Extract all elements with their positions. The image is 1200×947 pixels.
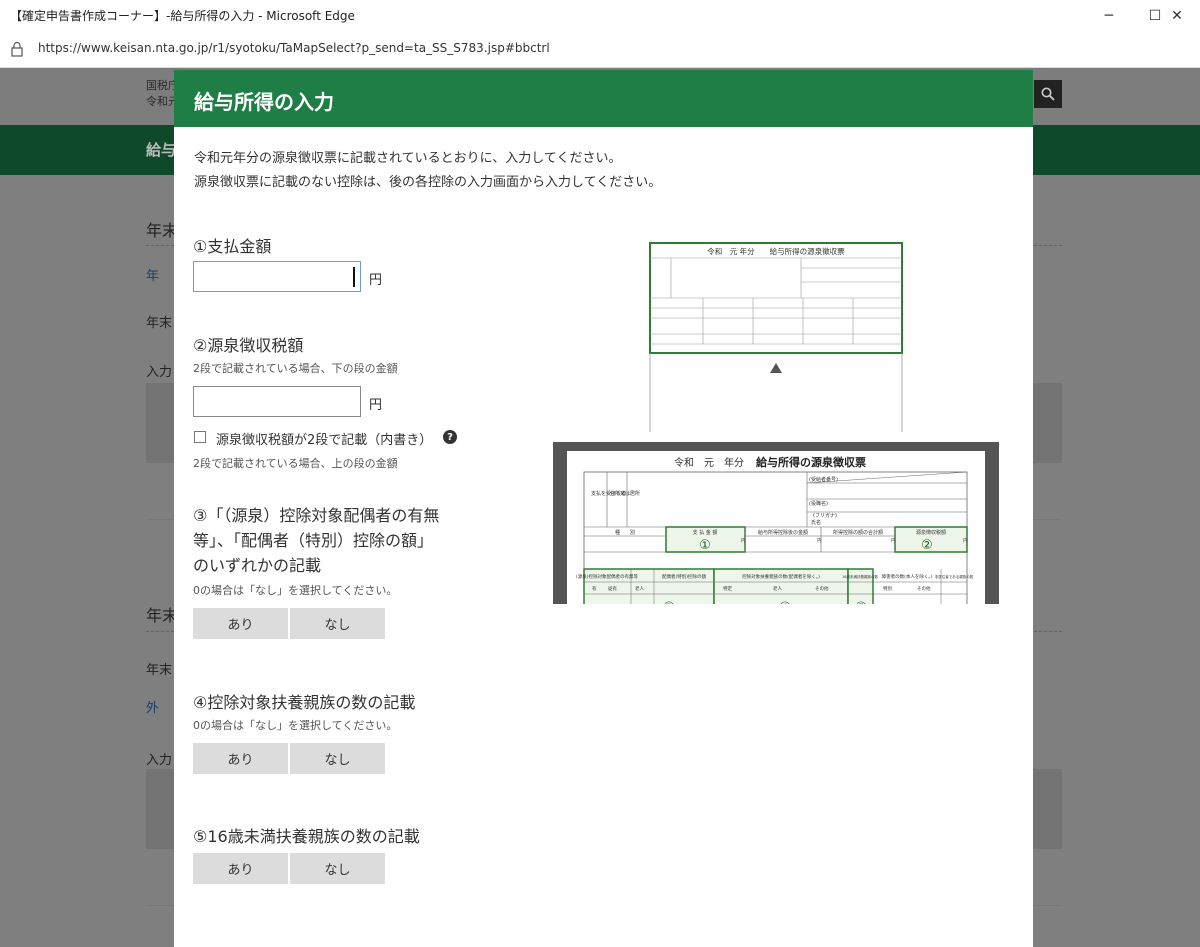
- yen-mark: 円: [963, 538, 968, 544]
- browser-titlebar: 【確定申告書作成コーナー】-給与所得の入力 - Microsoft Edge ─…: [0, 0, 1200, 32]
- under16-toggle: あり なし: [193, 853, 385, 884]
- zoom-title: 給与所得の源泉徴収票: [756, 455, 866, 469]
- sub-label: 老人: [773, 585, 782, 592]
- payment-amount-label: ①支払金額: [193, 237, 272, 256]
- withholding-slip-illustration: 令和 元 年分 給与所得の源泉徴収票 令和 元 年分 給与所得の源泉徴収票 支払…: [553, 242, 999, 604]
- marker-2: ②: [921, 538, 933, 553]
- marker-5: ⑤: [855, 600, 868, 604]
- spouse-question-line: ③「（源泉）控除対象配偶者の有無: [193, 506, 440, 525]
- window-title: 【確定申告書作成コーナー】-給与所得の入力 - Microsoft Edge: [10, 9, 355, 23]
- marker-3: ③: [663, 600, 676, 604]
- withholding-tax-input[interactable]: [193, 386, 361, 417]
- dependents-label: 控除対象扶養親族の数(配偶者を除く。): [742, 573, 820, 580]
- sub-label: 特別: [883, 585, 892, 592]
- two-tier-checkbox[interactable]: [194, 431, 206, 443]
- yen-mark: 円: [817, 538, 822, 544]
- dependents-question-label: ④控除対象扶養親族の数の記載: [193, 693, 416, 712]
- bg-text: 入力: [146, 753, 173, 768]
- kana-label: (フリガナ): [813, 512, 837, 519]
- dependents-question-note: 0の場合は「なし」を選択してください。: [193, 719, 398, 732]
- sub-label: その他: [917, 585, 931, 592]
- withholding-tax-note: 2段で記載されている場合、下の段の金額: [193, 362, 398, 375]
- sub-label: その他: [815, 585, 829, 592]
- dependents-no-button[interactable]: なし: [290, 743, 385, 774]
- under16-label: 16歳未満扶養親族の数: [842, 574, 878, 579]
- zoom-year: 令和 元 年分: [674, 456, 744, 469]
- modal-title: 給与所得の入力: [194, 90, 334, 114]
- sub-label: 有: [592, 585, 597, 592]
- sub-label: 従有: [608, 585, 617, 592]
- row1-label: 源泉徴収税額: [916, 529, 946, 536]
- yen-unit: 円: [369, 273, 383, 288]
- id-label: (受給者番号): [809, 476, 838, 483]
- under16-no-button[interactable]: なし: [290, 853, 385, 884]
- bg-text: 入力: [146, 365, 173, 380]
- bg-page-title: 給与: [146, 141, 177, 159]
- two-tier-checkbox-label[interactable]: 源泉徴収税額が2段で記載（内書き）: [216, 429, 432, 448]
- withholding-tax-label: ②源泉徴収税額: [193, 336, 304, 355]
- marker-4: ④: [779, 600, 792, 604]
- spouse-question-line: 等」、「配偶者（特別）控除の額」: [193, 531, 434, 550]
- spouse-label: (源泉)控除対象配偶者の有無等: [576, 573, 639, 580]
- marker-1: ①: [699, 538, 711, 553]
- sub-label: 特定: [723, 585, 732, 592]
- yen-mark: 円: [741, 538, 746, 544]
- salary-income-modal: 給与所得の入力 令和元年分の源泉徴収票に記載されているとおりに、入力してください…: [174, 70, 1033, 947]
- spouse-no-button[interactable]: なし: [290, 608, 385, 639]
- disabled-label: 障害者の数(本人を除く。): [882, 573, 933, 580]
- row1-label: 給与所得控除後の金額: [758, 529, 808, 536]
- address-label: 住所又は居所: [610, 490, 640, 497]
- close-window-button[interactable]: ✕: [1154, 0, 1200, 32]
- row1-label: 種 別: [615, 529, 635, 536]
- yen-unit: 円: [369, 398, 383, 413]
- address-bar[interactable]: https://www.keisan.nta.go.jp/r1/syotoku/…: [0, 32, 1200, 68]
- spouse-toggle: あり なし: [193, 608, 385, 639]
- name-label: 氏名: [811, 519, 821, 526]
- help-icon[interactable]: ?: [443, 430, 457, 444]
- lock-icon: [11, 41, 23, 57]
- bg-text: 年末: [146, 663, 173, 678]
- payment-amount-input[interactable]: [193, 261, 361, 292]
- yen-mark: 円: [891, 538, 896, 544]
- spouse-question-note: 0の場合は「なし」を選択してください。: [193, 584, 398, 597]
- spouse-amount-label: 配偶者(特別)控除の額: [662, 573, 707, 580]
- minimize-button[interactable]: ─: [1086, 0, 1132, 32]
- spouse-question-label: ③「（源泉）控除対象配偶者の有無 等」、「配偶者（特別）控除の額」 のいずれかの…: [193, 503, 473, 578]
- two-tier-note: 2段で記載されている場合、上の段の金額: [193, 457, 398, 470]
- row1-label: 所得控除の額の合計額: [833, 529, 883, 536]
- bg-text: 年末: [146, 316, 173, 331]
- bg-link: 外: [146, 701, 160, 716]
- nonresident-label: 非居住者である親族の数: [935, 574, 974, 579]
- text-cursor: [353, 267, 355, 287]
- bg-link: 年: [146, 269, 160, 284]
- spouse-yes-button[interactable]: あり: [193, 608, 288, 639]
- dependents-toggle: あり なし: [193, 743, 385, 774]
- modal-header: 給与所得の入力: [174, 70, 1033, 127]
- row1-label: 支 払 金 額: [693, 529, 718, 536]
- url-text[interactable]: https://www.keisan.nta.go.jp/r1/syotoku/…: [38, 41, 550, 55]
- under16-yes-button[interactable]: あり: [193, 853, 288, 884]
- intro-line-1: 令和元年分の源泉徴収票に記載されているとおりに、入力してください。: [194, 151, 622, 166]
- dependents-yes-button[interactable]: あり: [193, 743, 288, 774]
- intro-line-2: 源泉徴収票に記載のない控除は、後の各控除の入力画面から入力してください。: [194, 175, 662, 190]
- search-icon[interactable]: [1034, 80, 1062, 108]
- small-slip-title: 令和 元 年分 給与所得の源泉徴収票: [707, 246, 845, 256]
- sub-label: 老人: [635, 585, 644, 592]
- position-label: (役職名): [809, 500, 828, 507]
- under16-question-label: ⑤16歳未満扶養親族の数の記載: [193, 827, 420, 846]
- spouse-question-line: のいずれかの記載: [193, 556, 322, 575]
